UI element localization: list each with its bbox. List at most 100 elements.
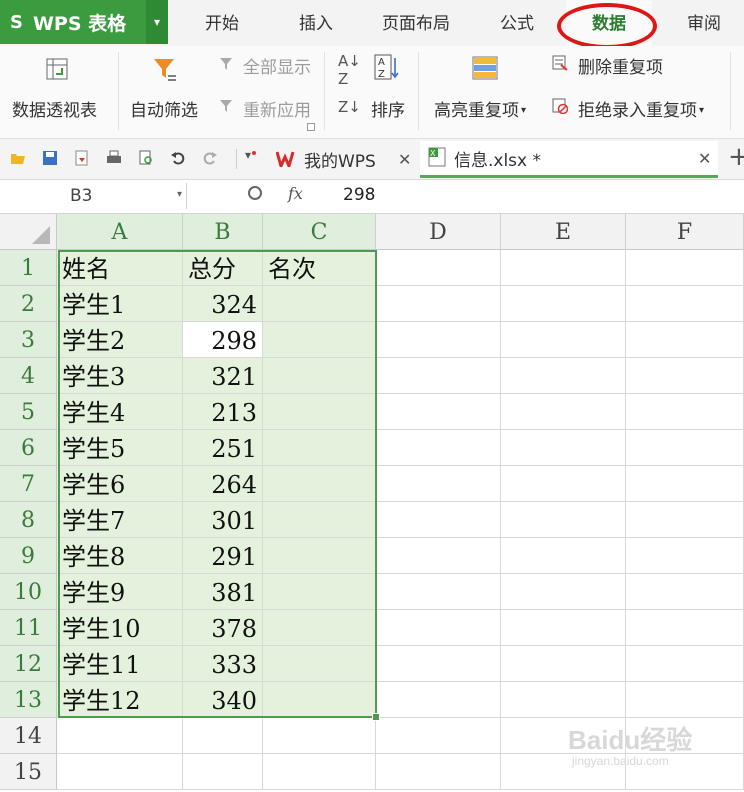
cell-f11[interactable] [626,610,744,646]
cell-b12[interactable]: 333 [183,646,263,682]
cell-b6[interactable]: 251 [183,430,263,466]
cell-a10[interactable]: 学生9 [57,574,183,610]
cell-a11[interactable]: 学生10 [57,610,183,646]
cell-a3[interactable]: 学生2 [57,322,183,358]
cell-f6[interactable] [626,430,744,466]
cell-a9[interactable]: 学生8 [57,538,183,574]
cell-d7[interactable] [376,466,501,502]
wps-menu-button[interactable]: S WPS 表格 ▾ [0,0,168,44]
cell-b13[interactable]: 340 [183,682,263,718]
cell-d13[interactable] [376,682,501,718]
cell-c5[interactable] [263,394,376,430]
cell-c9[interactable] [263,538,376,574]
close-icon[interactable]: ✕ [698,149,711,168]
sort-button[interactable]: 排序 [371,96,405,121]
open-folder-icon[interactable] [10,150,26,166]
reapply-button[interactable]: 重新应用 [243,96,311,121]
cell-d6[interactable] [376,430,501,466]
chevron-down-icon[interactable]: ▾ [177,189,182,200]
cell-c11[interactable] [263,610,376,646]
column-header-a[interactable]: A [57,214,183,250]
row-header-2[interactable]: 2 [0,286,57,322]
cell-d9[interactable] [376,538,501,574]
cell-d1[interactable] [376,250,501,286]
row-header-3[interactable]: 3 [0,322,57,358]
cell-a7[interactable]: 学生6 [57,466,183,502]
cell-d5[interactable] [376,394,501,430]
cell-b11[interactable]: 378 [183,610,263,646]
row-header-6[interactable]: 6 [0,430,57,466]
cell-a1[interactable]: 姓名 [57,250,183,286]
cell-b5[interactable]: 213 [183,394,263,430]
sort-descending-icon[interactable]: Z↓ [338,98,361,116]
cell-d2[interactable] [376,286,501,322]
cell-f2[interactable] [626,286,744,322]
cell-c1[interactable]: 名次 [263,250,376,286]
pivot-table-button[interactable]: 数据透视表 [12,96,97,121]
tab-formulas[interactable]: 公式 [482,0,552,46]
cell-c13[interactable] [263,682,376,718]
cell-a5[interactable]: 学生4 [57,394,183,430]
cell-c2[interactable] [263,286,376,322]
column-header-b[interactable]: B [183,214,263,250]
print-preview-icon[interactable] [138,150,154,166]
cell-e3[interactable] [501,322,626,358]
cell-b8[interactable]: 301 [183,502,263,538]
chevron-down-icon[interactable]: ▾ [146,0,168,44]
filter-dialog-launcher[interactable] [307,123,315,131]
cell-f12[interactable] [626,646,744,682]
save-icon[interactable] [42,150,58,166]
cell-c10[interactable] [263,574,376,610]
cell-d14[interactable] [376,718,501,754]
cell-e6[interactable] [501,430,626,466]
cell-c12[interactable] [263,646,376,682]
cell-b14[interactable] [183,718,263,754]
name-box[interactable]: B3 ▾ [0,183,187,209]
row-header-8[interactable]: 8 [0,502,57,538]
spreadsheet-grid[interactable]: ABCDEF 1 2 3 4 5 6 7 8 9 10 11 12 13 14 15 姓名 总分 名次 学生1 32… [0,214,744,790]
cell-b10[interactable]: 381 [183,574,263,610]
cell-c8[interactable] [263,502,376,538]
sort-ascending-icon[interactable]: A↓ Z [338,52,361,88]
column-header-c[interactable]: C [263,214,376,250]
row-header-13[interactable]: 13 [0,682,57,718]
cell-a14[interactable] [57,718,183,754]
cell-d12[interactable] [376,646,501,682]
row-header-4[interactable]: 4 [0,358,57,394]
redo-icon[interactable] [202,150,218,166]
cell-c7[interactable] [263,466,376,502]
column-header-d[interactable]: D [376,214,501,250]
column-header-f[interactable]: F [626,214,744,250]
cell-b4[interactable]: 321 [183,358,263,394]
tab-insert[interactable]: 插入 [282,0,350,46]
cell-f13[interactable] [626,682,744,718]
row-header-10[interactable]: 10 [0,574,57,610]
cell-e13[interactable] [501,682,626,718]
cell-f3[interactable] [626,322,744,358]
show-all-button[interactable]: 全部显示 [243,53,311,78]
formula-input[interactable]: 298 [343,185,375,205]
autofilter-button[interactable]: 自动筛选 [130,96,198,121]
cell-b9[interactable]: 291 [183,538,263,574]
cell-f4[interactable] [626,358,744,394]
highlight-duplicates-button[interactable]: 高亮重复项 ▾ [434,96,526,121]
cell-e4[interactable] [501,358,626,394]
cell-c4[interactable] [263,358,376,394]
cell-b2[interactable]: 324 [183,286,263,322]
cell-b1[interactable]: 总分 [183,250,263,286]
cell-e2[interactable] [501,286,626,322]
cell-c15[interactable] [263,754,376,790]
export-pdf-icon[interactable] [74,150,90,166]
remove-duplicates-button[interactable]: 删除重复项 [578,53,663,78]
close-icon[interactable]: ✕ [398,150,411,169]
cell-f10[interactable] [626,574,744,610]
column-header-e[interactable]: E [501,214,626,250]
cell-a13[interactable]: 学生12 [57,682,183,718]
tab-review[interactable]: 审阅 [668,0,740,46]
new-tab-icon[interactable]: + [728,142,744,172]
cell-a4[interactable]: 学生3 [57,358,183,394]
row-header-12[interactable]: 12 [0,646,57,682]
cell-d3[interactable] [376,322,501,358]
tab-page-layout[interactable]: 页面布局 [370,0,462,46]
cell-b15[interactable] [183,754,263,790]
